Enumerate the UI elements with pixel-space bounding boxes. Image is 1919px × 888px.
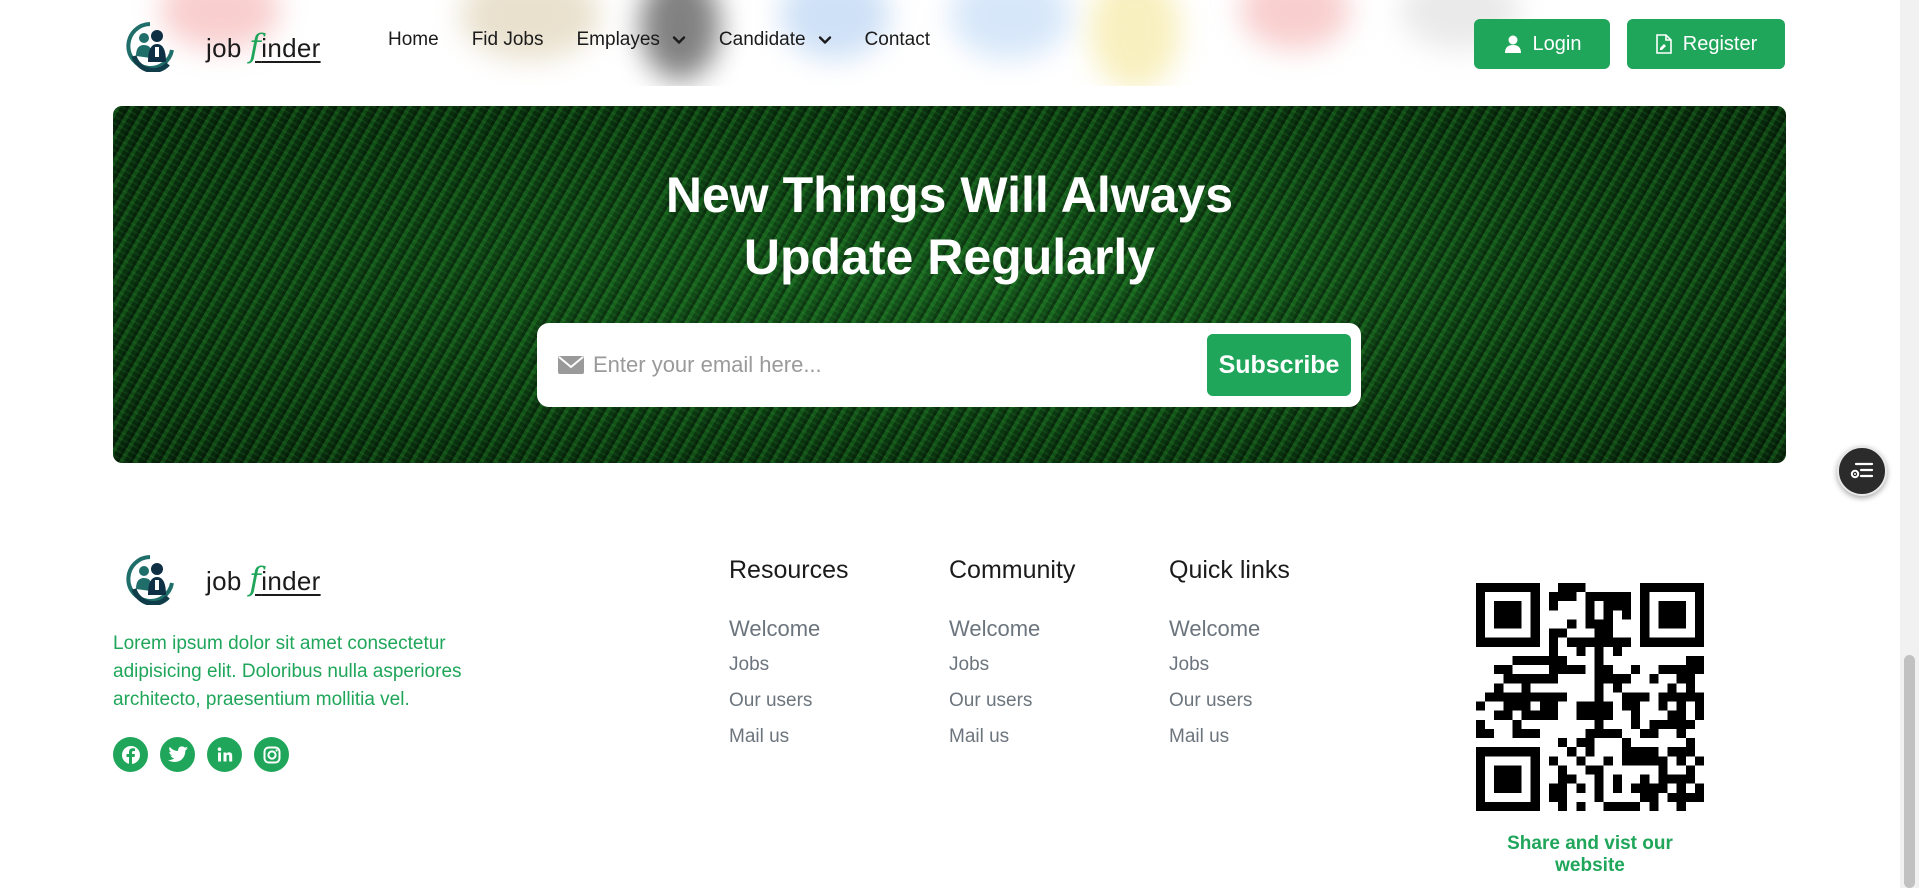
nav-item-employees[interactable]: Emplayes [577, 29, 686, 51]
footer-link-our-users[interactable]: Our users [949, 683, 1075, 719]
user-icon [1504, 35, 1521, 53]
newsletter-title-line1: New Things Will Always [665, 167, 1234, 223]
footer-link-jobs[interactable]: Jobs [729, 647, 849, 683]
footer-link-welcome[interactable]: Welcome [949, 611, 1075, 647]
footer-logo[interactable]: job finder [124, 553, 321, 605]
chevron-down-icon [818, 36, 831, 44]
footer-link-mail-us[interactable]: Mail us [1169, 719, 1290, 755]
register-label: Register [1682, 32, 1758, 55]
newsletter-title: New Things Will Always Update Regularly [113, 164, 1786, 288]
footer-brand-name: job finder [206, 560, 321, 598]
register-button[interactable]: Register [1627, 19, 1785, 69]
nav-item-home[interactable]: Home [388, 29, 439, 51]
footer-column-quick-links: Quick links Welcome Jobs Our users Mail … [1169, 556, 1290, 755]
subscribe-button[interactable]: Subscribe [1207, 334, 1351, 396]
footer-link-welcome[interactable]: Welcome [1169, 611, 1290, 647]
footer-column-community: Community Welcome Jobs Our users Mail us [949, 556, 1075, 755]
footer-link-welcome[interactable]: Welcome [729, 611, 849, 647]
facebook-icon [121, 745, 140, 765]
footer-column-title: Community [949, 556, 1076, 584]
menu-list-icon [1850, 462, 1874, 479]
login-label: Login [1532, 32, 1582, 55]
brand-name: job finder [206, 27, 321, 65]
header-logo[interactable]: job finder [124, 20, 321, 72]
mail-icon [558, 356, 584, 374]
newsletter-banner: New Things Will Always Update Regularly … [113, 106, 1786, 463]
qr-caption: Share and vist our website [1507, 833, 1673, 876]
footer-link-our-users[interactable]: Our users [1169, 683, 1290, 719]
people-logo-icon [126, 22, 174, 72]
facebook-link[interactable] [113, 737, 148, 772]
document-icon [1655, 34, 1672, 54]
footer-column-resources: Resources Welcome Jobs Our users Mail us [729, 556, 849, 755]
floating-menu-button[interactable] [1837, 446, 1887, 496]
site-header: job finder Home Fid Jobs Emplayes Candid… [0, 0, 1900, 86]
page-scrollbar[interactable] [1900, 0, 1919, 888]
scrollbar-thumb[interactable] [1904, 655, 1915, 888]
people-logo-icon [126, 555, 174, 605]
nav-item-find-jobs[interactable]: Fid Jobs [472, 29, 544, 51]
footer-column-title: Resources [729, 556, 849, 584]
newsletter-title-line2: Update Regularly [743, 229, 1156, 285]
twitter-icon [167, 745, 188, 762]
qr-code-icon[interactable] [1476, 583, 1704, 811]
footer-link-our-users[interactable]: Our users [729, 683, 849, 719]
footer-link-mail-us[interactable]: Mail us [729, 719, 849, 755]
subscribe-form: Subscribe [537, 323, 1361, 407]
linkedin-icon [217, 746, 232, 761]
twitter-link[interactable] [160, 737, 195, 772]
main-nav: Home Fid Jobs Emplayes Candidate Contact [388, 29, 963, 51]
linkedin-link[interactable] [207, 737, 242, 772]
footer-link-jobs[interactable]: Jobs [949, 647, 1075, 683]
footer-link-jobs[interactable]: Jobs [1169, 647, 1290, 683]
footer-link-mail-us[interactable]: Mail us [949, 719, 1075, 755]
social-links [113, 737, 289, 772]
instagram-link[interactable] [254, 737, 289, 772]
footer-about-text: Lorem ipsum dolor sit amet consectetur a… [113, 633, 462, 710]
nav-item-candidate[interactable]: Candidate [719, 29, 832, 51]
nav-item-contact[interactable]: Contact [865, 29, 930, 51]
login-button[interactable]: Login [1474, 19, 1610, 69]
email-input[interactable] [593, 343, 1193, 387]
chevron-down-icon [672, 36, 686, 44]
instagram-icon [263, 746, 280, 763]
footer-column-title: Quick links [1169, 556, 1290, 584]
